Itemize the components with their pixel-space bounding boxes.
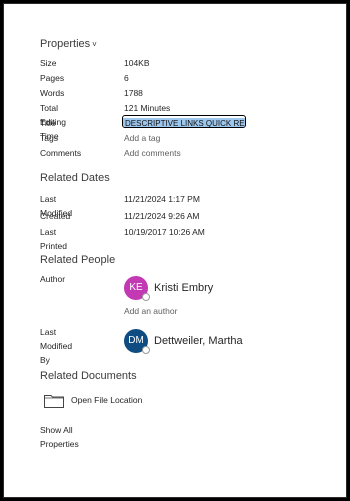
add-comments-field[interactable]: Add comments (124, 146, 181, 160)
related-people-heading: Related People (40, 254, 116, 266)
date-value: 10/19/2017 10:26 AM (124, 227, 205, 237)
property-label: Comments (40, 148, 82, 158)
open-file-location-button[interactable]: Open File Location (44, 392, 154, 412)
author-initials: KE (129, 282, 143, 293)
chevron-down-icon[interactable]: ˅ (92, 40, 97, 49)
property-label: Title (40, 118, 56, 128)
properties-heading[interactable]: Properties ˅ (40, 38, 97, 50)
add-tag-field[interactable]: Add a tag (124, 131, 160, 145)
property-value: 104KB (124, 58, 150, 68)
properties-heading-text: Properties (40, 38, 91, 50)
property-label: Size (40, 58, 57, 68)
property-value: 121 Minutes (124, 103, 171, 113)
modified-by-initials: DM (128, 335, 144, 346)
modified-by-avatar[interactable]: DM (124, 329, 150, 354)
title-input-selected-text[interactable]: DESCRIPTIVE LINKS QUICK REFE (123, 118, 245, 127)
panel-content: Properties ˅ Size 104KB Pages 6 Words 178… (40, 4, 346, 497)
add-author-link[interactable]: Add an author (124, 304, 177, 318)
related-dates-heading: Related Dates (40, 172, 110, 184)
folder-icon (44, 395, 64, 408)
date-value: 11/21/2024 9:26 AM (124, 211, 200, 221)
properties-panel: Properties ˅ Size 104KB Pages 6 Words 178… (3, 3, 347, 498)
author-name[interactable]: Kristi Embry (154, 282, 213, 294)
property-value: 6 (124, 73, 129, 83)
title-input[interactable]: DESCRIPTIVE LINKS QUICK REFE (122, 115, 246, 128)
open-file-location-label: Open File Location (71, 395, 143, 405)
related-documents-heading: Related Documents (40, 370, 137, 382)
presence-icon (142, 346, 150, 354)
modified-by-name[interactable]: Dettweiler, Martha (154, 335, 243, 347)
modified-by-label-text: Last Modified By (40, 327, 73, 365)
author-avatar[interactable]: KE (124, 276, 150, 301)
date-label: Created (40, 211, 71, 221)
property-label: Words (40, 88, 65, 98)
property-value: 1788 (124, 88, 143, 98)
property-label: Pages (40, 73, 65, 83)
presence-icon (142, 293, 150, 301)
property-label: Tags (40, 133, 58, 143)
author-label-text: Author (40, 274, 66, 284)
date-value: 11/21/2024 1:17 PM (124, 194, 200, 204)
show-all-properties-link[interactable]: Show All Properties (40, 423, 79, 451)
date-label: Last Printed (40, 227, 67, 251)
